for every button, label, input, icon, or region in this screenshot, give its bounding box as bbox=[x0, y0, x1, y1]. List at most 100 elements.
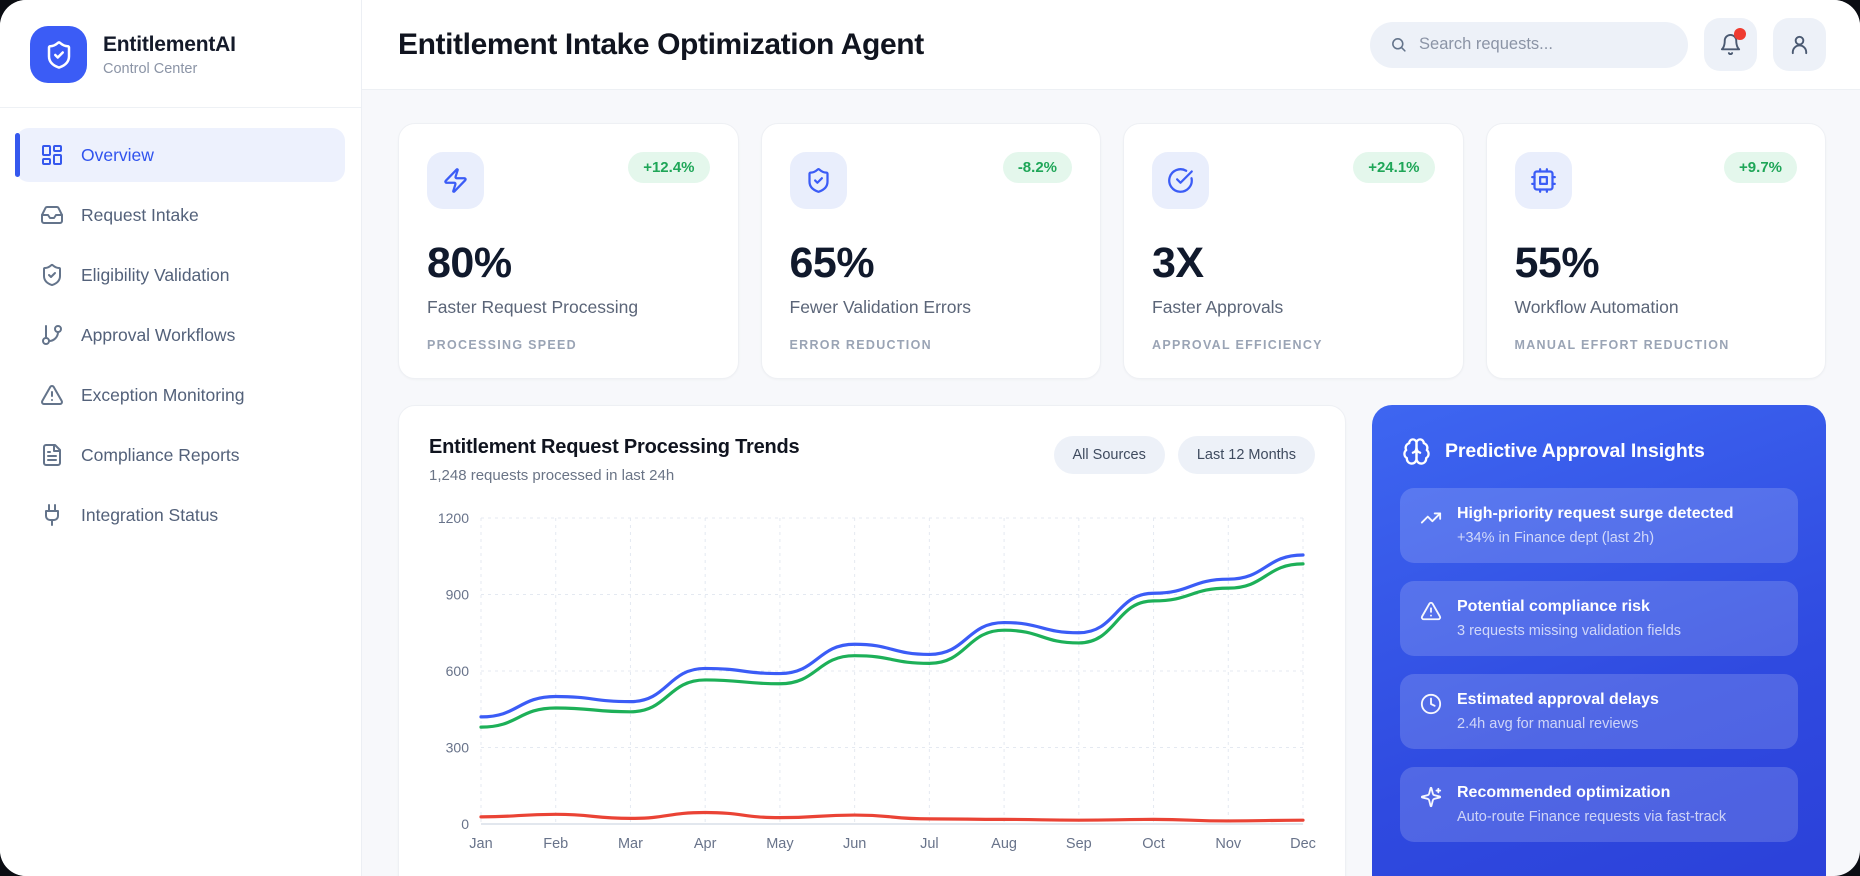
stat-sublabel: MANUAL EFFORT REDUCTION bbox=[1514, 338, 1730, 352]
brand: EntitlementAI Control Center bbox=[0, 0, 361, 108]
trend-badge: +9.7% bbox=[1724, 152, 1797, 183]
brand-name: EntitlementAI bbox=[103, 32, 236, 56]
content: +12.4% 80% Faster Request Processing PRO… bbox=[362, 90, 1860, 876]
brand-logo-shield-icon bbox=[30, 26, 87, 83]
svg-text:0: 0 bbox=[461, 816, 469, 832]
stat-value: 55% bbox=[1514, 239, 1600, 287]
user-profile-button[interactable] bbox=[1773, 18, 1826, 71]
stat-sublabel: ERROR REDUCTION bbox=[789, 338, 932, 352]
filter-all-sources-button[interactable]: All Sources bbox=[1053, 436, 1165, 474]
chart-subtitle: 1,248 requests processed in last 24h bbox=[429, 467, 675, 484]
trend-badge: +12.4% bbox=[628, 152, 710, 183]
stat-value: 80% bbox=[427, 239, 512, 287]
file-text-icon bbox=[43, 444, 61, 466]
svg-text:Jul: Jul bbox=[920, 836, 939, 852]
insights-title: Predictive Approval Insights bbox=[1445, 440, 1705, 462]
insight-title: Recommended optimization bbox=[1457, 784, 1671, 801]
insight-title: Estimated approval delays bbox=[1457, 691, 1659, 708]
top-bar-actions bbox=[1370, 18, 1826, 71]
shield-check-icon bbox=[789, 152, 847, 209]
svg-text:Aug: Aug bbox=[991, 836, 1017, 852]
svg-text:Feb: Feb bbox=[543, 836, 568, 852]
svg-text:Sep: Sep bbox=[1066, 836, 1092, 852]
chart-title: Entitlement Request Processing Trends bbox=[429, 436, 800, 458]
bottom-row: Entitlement Request Processing Trends 1,… bbox=[398, 405, 1826, 876]
brand-text: EntitlementAI Control Center bbox=[103, 33, 236, 77]
stat-card-manual-effort: +9.7% 55% Workflow Automation MANUAL EFF… bbox=[1485, 123, 1826, 379]
brand-subtitle: Control Center bbox=[103, 60, 198, 77]
cpu-icon bbox=[1514, 152, 1572, 209]
sidebar: EntitlementAI Control Center Overview Re… bbox=[0, 0, 362, 876]
clock-icon bbox=[1420, 693, 1442, 715]
stat-label: Workflow Automation bbox=[1514, 297, 1679, 317]
sidebar-item-exception-monitoring[interactable]: Exception Monitoring bbox=[16, 368, 345, 422]
insight-subtitle: Auto-route Finance requests via fast-tra… bbox=[1457, 809, 1727, 825]
stat-card-approval-efficiency: +24.1% 3X Faster Approvals APPROVAL EFFI… bbox=[1123, 123, 1464, 379]
insight-title: Potential compliance risk bbox=[1457, 598, 1650, 615]
sparkles-icon bbox=[1420, 786, 1442, 808]
shield-check-icon bbox=[43, 263, 61, 287]
stat-sublabel: APPROVAL EFFICIENCY bbox=[1152, 338, 1323, 352]
predictive-insights-panel: Predictive Approval Insights High-priori… bbox=[1372, 405, 1826, 876]
trending-up-icon bbox=[1420, 512, 1442, 524]
sidebar-item-overview[interactable]: Overview bbox=[15, 128, 345, 182]
svg-text:1200: 1200 bbox=[438, 510, 469, 526]
dashboard-icon bbox=[42, 145, 62, 165]
chart-filters: All Sources Last 12 Months bbox=[1053, 436, 1315, 474]
sidebar-nav: Overview Request Intake Eligibility Vali… bbox=[0, 108, 361, 562]
insight-item-surge[interactable]: High-priority request surge detected +34… bbox=[1400, 488, 1798, 563]
page-title: Entitlement Intake Optimization Agent bbox=[398, 27, 924, 61]
notifications-button[interactable] bbox=[1704, 18, 1757, 71]
sidebar-item-label: Overview bbox=[81, 144, 154, 165]
line-chart: 0 300 600 900 1200 Jan Feb Mar Apr May Jun Jul Aug Se… bbox=[429, 502, 1316, 859]
sidebar-item-label: Eligibility Validation bbox=[81, 264, 230, 285]
main-area: Entitlement Intake Optimization Agent Se… bbox=[362, 0, 1860, 876]
app-window: EntitlementAI Control Center Overview Re… bbox=[0, 0, 1860, 876]
svg-text:Apr: Apr bbox=[694, 836, 717, 852]
svg-text:Oct: Oct bbox=[1142, 836, 1165, 852]
top-bar: Entitlement Intake Optimization Agent bbox=[362, 0, 1860, 90]
stat-card-processing-speed: +12.4% 80% Faster Request Processing PRO… bbox=[398, 123, 739, 379]
sidebar-item-approval-workflows[interactable]: Approval Workflows bbox=[16, 308, 345, 362]
alert-triangle-icon bbox=[1420, 601, 1442, 621]
search-box[interactable] bbox=[1370, 21, 1688, 68]
stats-row: +12.4% 80% Faster Request Processing PRO… bbox=[398, 123, 1826, 379]
stat-value: 3X bbox=[1152, 239, 1204, 287]
insight-subtitle: 2.4h avg for manual reviews bbox=[1457, 716, 1639, 732]
search-input[interactable] bbox=[1419, 35, 1668, 54]
brain-icon bbox=[1403, 438, 1430, 465]
trends-chart-card: Entitlement Request Processing Trends 1,… bbox=[398, 405, 1346, 876]
svg-text:Dec: Dec bbox=[1290, 836, 1316, 852]
insight-subtitle: 3 requests missing validation fields bbox=[1457, 623, 1682, 639]
sidebar-item-integration-status[interactable]: Integration Status bbox=[16, 488, 345, 542]
stat-label: Fewer Validation Errors bbox=[789, 297, 972, 317]
insight-item-compliance-risk[interactable]: Potential compliance risk 3 requests mis… bbox=[1400, 581, 1798, 656]
stat-value: 65% bbox=[789, 239, 875, 287]
git-branch-icon bbox=[42, 325, 62, 345]
sidebar-item-compliance-reports[interactable]: Compliance Reports bbox=[16, 428, 345, 482]
sidebar-item-label: Exception Monitoring bbox=[81, 384, 245, 405]
trend-badge: +24.1% bbox=[1353, 152, 1435, 183]
svg-text:600: 600 bbox=[446, 663, 470, 679]
inbox-icon bbox=[41, 206, 63, 224]
stat-card-error-reduction: -8.2% 65% Fewer Validation Errors ERROR … bbox=[760, 123, 1101, 379]
circle-check-icon bbox=[1152, 152, 1209, 209]
sidebar-item-request-intake[interactable]: Request Intake bbox=[16, 188, 345, 242]
insight-subtitle: +34% in Finance dept (last 2h) bbox=[1457, 530, 1655, 546]
insight-item-approval-delays[interactable]: Estimated approval delays 2.4h avg for m… bbox=[1400, 674, 1798, 749]
notification-dot bbox=[1734, 28, 1746, 40]
svg-text:Jan: Jan bbox=[469, 836, 492, 852]
chart-header: Entitlement Request Processing Trends 1,… bbox=[429, 436, 1315, 484]
search-icon bbox=[1392, 38, 1406, 52]
user-icon bbox=[1791, 35, 1808, 55]
filter-last-12-months-button[interactable]: Last 12 Months bbox=[1177, 436, 1315, 474]
sidebar-item-eligibility-validation[interactable]: Eligibility Validation bbox=[16, 248, 345, 302]
insight-title: High-priority request surge detected bbox=[1457, 505, 1734, 522]
stat-sublabel: PROCESSING SPEED bbox=[427, 338, 577, 352]
svg-text:Nov: Nov bbox=[1215, 836, 1242, 852]
stat-label: Faster Request Processing bbox=[427, 297, 639, 317]
insight-item-optimization[interactable]: Recommended optimization Auto-route Fina… bbox=[1400, 767, 1798, 842]
trend-badge: -8.2% bbox=[1002, 152, 1072, 183]
sidebar-item-label: Compliance Reports bbox=[81, 444, 240, 465]
svg-text:May: May bbox=[766, 836, 794, 852]
